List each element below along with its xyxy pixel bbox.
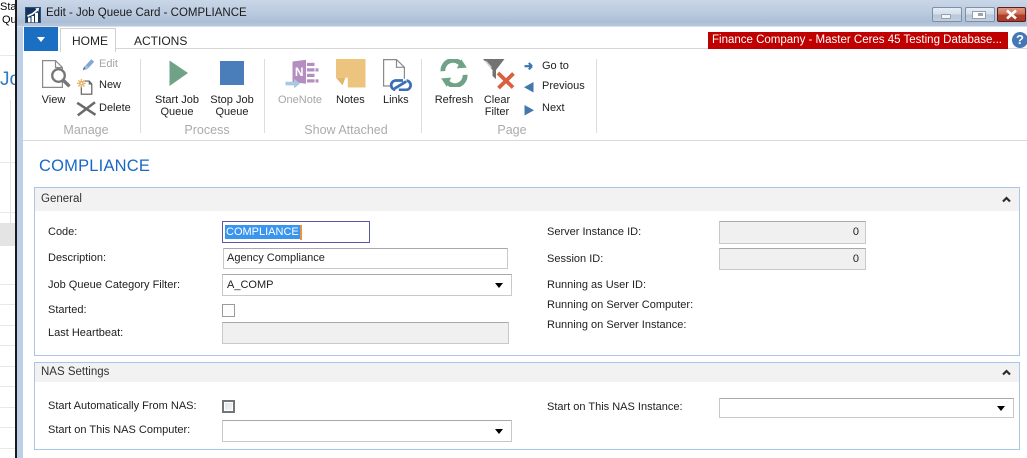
svg-text:N: N — [295, 65, 304, 79]
